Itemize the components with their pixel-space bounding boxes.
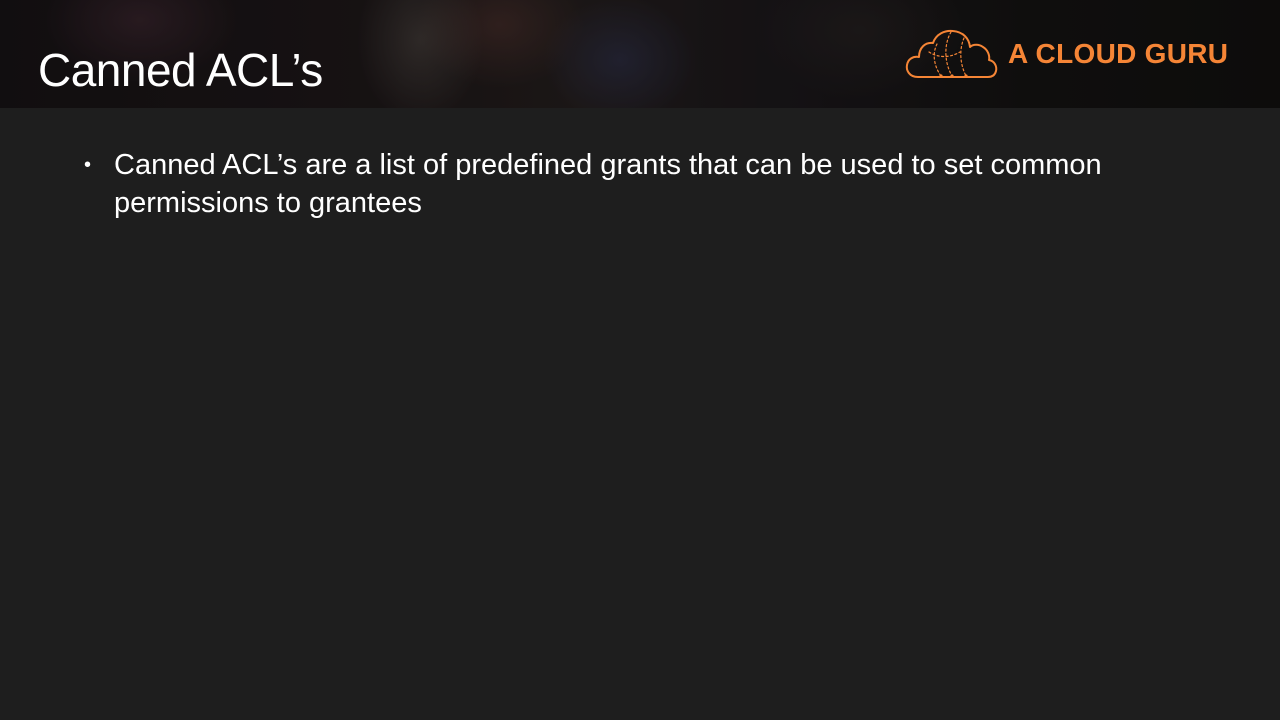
slide-body: • Canned ACL’s are a list of predefined … [84,146,1214,222]
cloud-logo-icon [905,29,998,78]
bullet-list: • Canned ACL’s are a list of predefined … [84,146,1214,222]
slide: Canned ACL’s A CLOUD GURU • Canned ACL’s… [0,0,1280,720]
slide-header: Canned ACL’s A CLOUD GURU [0,0,1280,108]
bullet-item: • Canned ACL’s are a list of predefined … [84,146,1214,222]
brand-name: A CLOUD GURU [1008,38,1229,69]
slide-title: Canned ACL’s [38,44,323,96]
brand-logo: A CLOUD GURU [904,28,1244,82]
bullet-marker: • [84,154,92,176]
bullet-text: Canned ACL’s are a list of predefined gr… [114,149,1102,219]
